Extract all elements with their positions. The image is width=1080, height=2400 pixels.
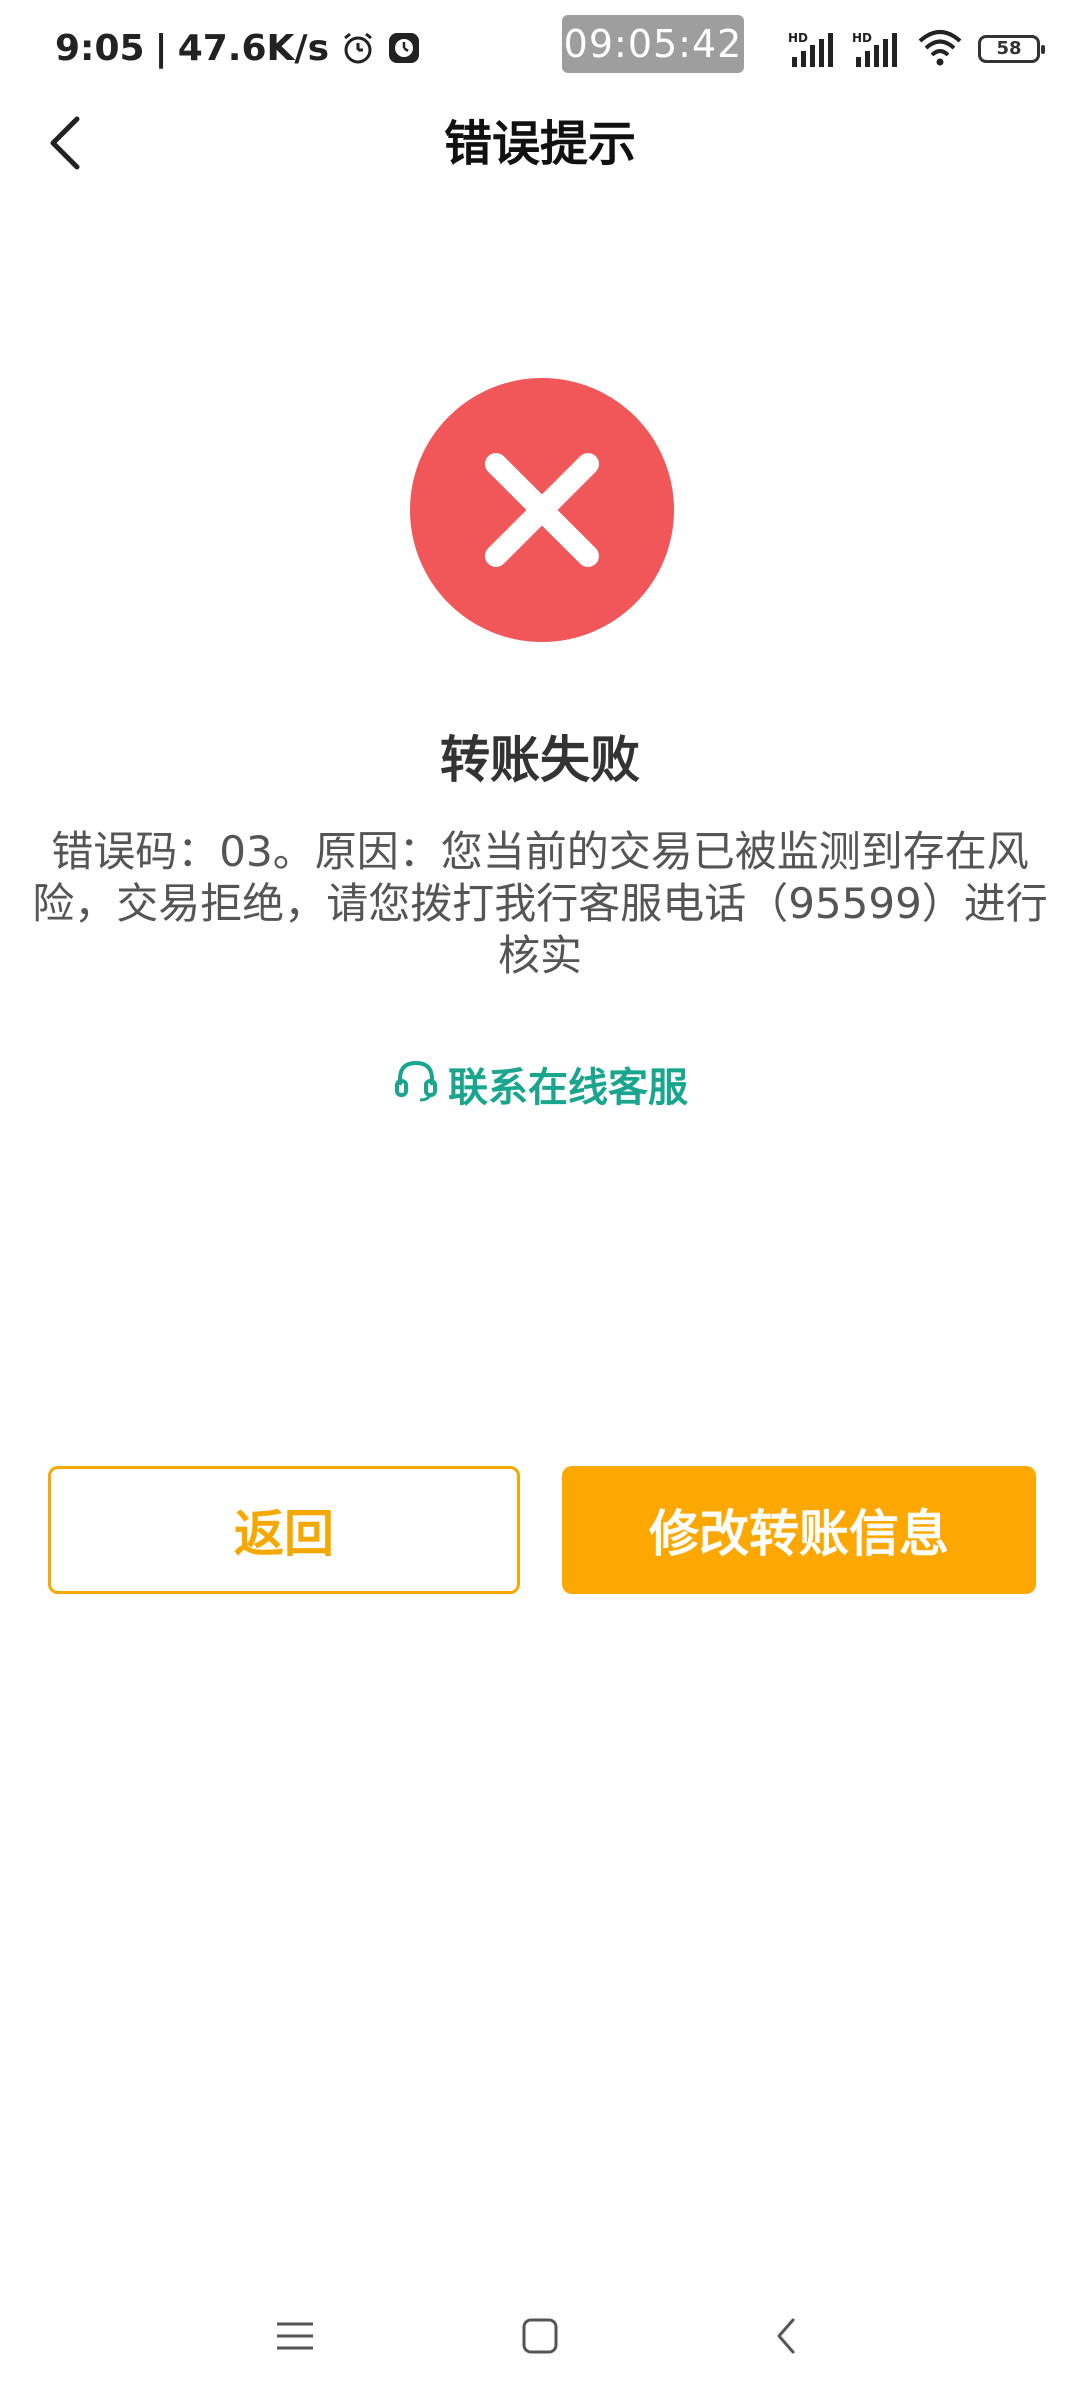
home-icon[interactable]	[510, 2306, 570, 2366]
net-speed: 47.6K/s	[177, 27, 329, 69]
return-button[interactable]: 返回	[48, 1466, 520, 1594]
back-icon[interactable]	[756, 2306, 816, 2366]
signal-icon: HD	[788, 27, 838, 71]
alarm-icon	[341, 31, 375, 65]
modify-transfer-button[interactable]: 修改转账信息	[562, 1466, 1036, 1594]
wifi-icon	[916, 27, 964, 71]
result-title: 转账失败	[440, 731, 640, 789]
status-right: HD HD 58	[788, 24, 1045, 74]
system-nav-bar	[0, 2296, 1080, 2376]
return-button-label: 返回	[234, 1505, 334, 1563]
status-left: 9:05 | 47.6K/s	[55, 22, 421, 74]
sim2-hd-label: HD	[852, 31, 873, 45]
battery-icon: 58	[978, 35, 1045, 63]
menu-icon[interactable]	[265, 2306, 325, 2366]
contact-online-support-link[interactable]: 联系在线客服	[0, 1056, 1080, 1112]
modify-transfer-button-label: 修改转账信息	[649, 1505, 949, 1563]
header: 错误提示	[0, 96, 1080, 192]
sim1-hd-label: HD	[788, 31, 809, 45]
page-title: 错误提示	[443, 116, 636, 172]
app-notification-icon	[387, 31, 421, 65]
error-x-icon	[410, 378, 674, 642]
status-time: 9:05	[55, 27, 145, 69]
contact-link-label: 联系在线客服	[448, 1065, 688, 1111]
status-separator: |	[154, 27, 168, 69]
status-bar: 9:05 | 47.6K/s 09:05:42 HD HD 58	[0, 0, 1080, 96]
headset-icon	[392, 1055, 440, 1113]
signal-icon: HD	[852, 27, 902, 71]
battery-level: 58	[996, 38, 1022, 59]
error-message: 错误码：03。原因：您当前的交易已被监测到存在风险，交易拒绝，请您拨打我行客服电…	[32, 827, 1048, 980]
clock-badge: 09:05:42	[562, 15, 744, 73]
